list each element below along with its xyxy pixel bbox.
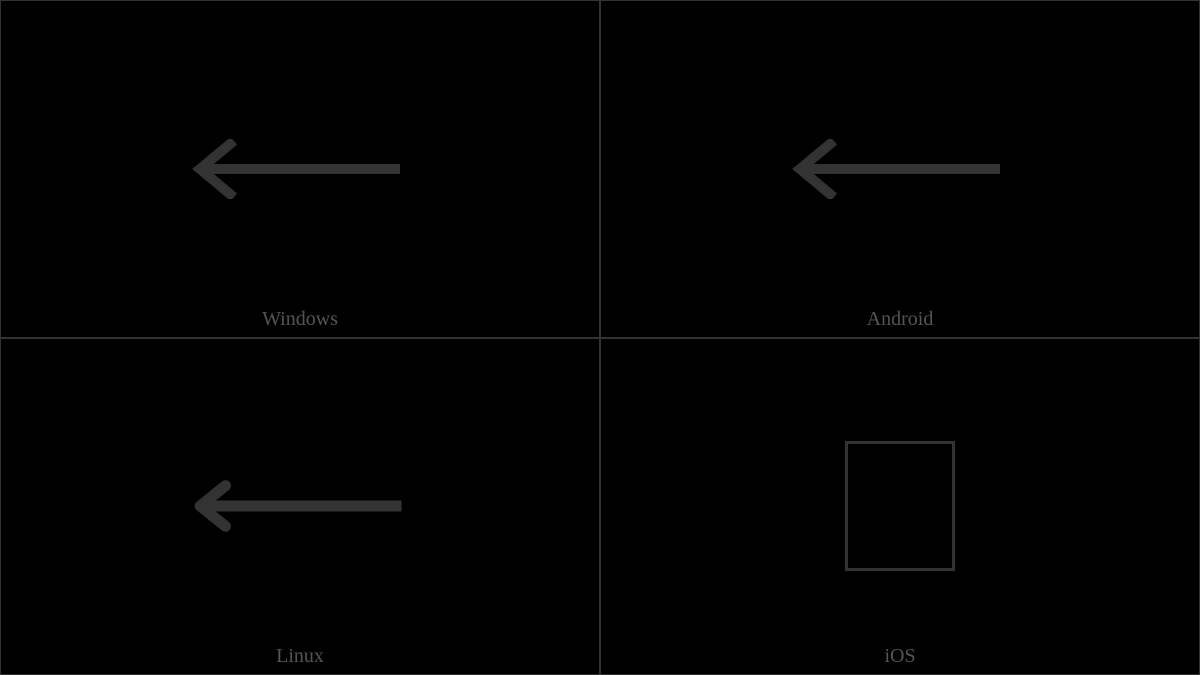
- left-arrow-icon: [790, 139, 1010, 199]
- cell-android: Android: [600, 0, 1200, 338]
- cell-label: Windows: [262, 308, 338, 331]
- cell-label: Linux: [276, 645, 324, 668]
- cell-ios: iOS: [600, 338, 1200, 675]
- cell-label: Android: [867, 308, 934, 331]
- missing-glyph-icon: [845, 441, 955, 571]
- cell-label: iOS: [884, 645, 915, 668]
- cell-windows: Windows: [0, 0, 600, 338]
- cell-linux: Linux: [0, 338, 600, 675]
- left-arrow-icon: [190, 476, 410, 536]
- left-arrow-icon: [190, 139, 410, 199]
